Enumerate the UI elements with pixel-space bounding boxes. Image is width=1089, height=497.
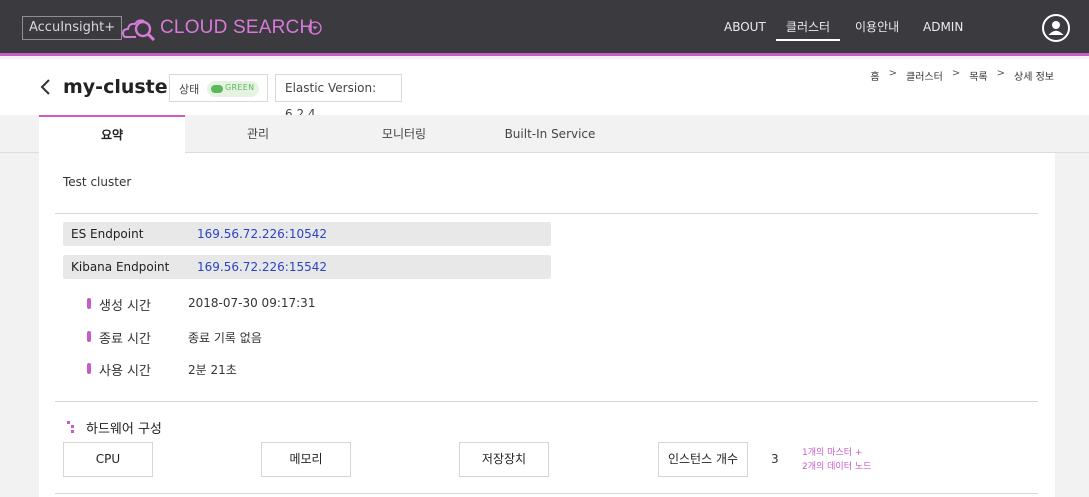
status-badge: 상태 GREEN: [169, 74, 268, 102]
status-pill: GREEN: [207, 81, 259, 97]
es-endpoint-label: ES Endpoint: [71, 227, 144, 241]
usage-time-label: 사용 시간: [99, 364, 151, 379]
tab-monitoring[interactable]: 모니터링: [331, 115, 477, 153]
tab-management[interactable]: 관리: [185, 115, 331, 153]
bullet-marker: [87, 298, 91, 309]
breadcrumb-detail: 상세 정보: [1014, 72, 1054, 83]
breadcrumb-list[interactable]: 목록: [969, 68, 987, 83]
es-endpoint-link[interactable]: 169.56.72.226:10542: [197, 227, 327, 241]
es-endpoint-row: ES Endpoint 169.56.72.226:10542: [63, 222, 551, 246]
tab-summary[interactable]: 요약: [39, 115, 185, 153]
user-icon: [1048, 21, 1064, 35]
bullet-marker: [87, 331, 91, 342]
back-arrow-icon[interactable]: [40, 79, 52, 95]
cloud-search-logo-icon: [122, 19, 156, 41]
hw-storage: 저장장치: [459, 442, 549, 477]
breadcrumb: 홈 > 클러스터 > 목록 > 상세 정보: [870, 68, 1054, 83]
nav-admin[interactable]: ADMIN: [923, 19, 963, 35]
hw-instance-count: 인스턴스 개수: [658, 442, 748, 477]
nav-about[interactable]: ABOUT: [724, 19, 766, 35]
breadcrumb-separator: >: [996, 68, 1006, 79]
kibana-endpoint-link[interactable]: 169.56.72.226:15542: [197, 260, 327, 274]
cluster-description: Test cluster: [63, 175, 132, 189]
hardware-section-icon: [67, 421, 74, 433]
top-navigation-bar: AccuInsight+ CLOUD SEARCH ABOUT 클러스터 이용안…: [0, 0, 1089, 56]
summary-panel: Test cluster ES Endpoint 169.56.72.226:1…: [39, 153, 1055, 497]
divider: [55, 493, 1038, 494]
user-account-button[interactable]: [1042, 14, 1070, 42]
breadcrumb-separator: >: [888, 68, 898, 79]
status-value: GREEN: [225, 83, 255, 92]
tab-built-in-service[interactable]: Built-In Service: [477, 115, 623, 153]
nav-cluster[interactable]: 클러스터: [776, 19, 840, 41]
nav-guide[interactable]: 이용안내: [855, 19, 899, 35]
hw-cpu: CPU: [63, 442, 153, 477]
breadcrumb-cluster[interactable]: 클러스터: [906, 68, 943, 83]
hardware-section-title: 하드웨어 구성: [86, 422, 162, 437]
divider: [55, 213, 1038, 214]
cluster-header: my-cluster 상태 GREEN Elastic Version: 6.2…: [0, 59, 1089, 121]
created-time-label: 생성 시간: [99, 299, 151, 314]
bullet-marker: [87, 363, 91, 374]
accuinsight-brand[interactable]: AccuInsight+: [22, 16, 123, 40]
ended-time-value: 종료 기록 없음: [188, 331, 262, 345]
tab-bar: 요약 관리 모니터링 Built-In Service: [0, 115, 1089, 153]
elastic-version-badge: Elastic Version: 6.2.4: [275, 74, 402, 121]
note-line-master: 1개의 마스터 +: [802, 448, 863, 458]
usage-time-value: 2분 21초: [188, 363, 237, 377]
divider: [55, 401, 1038, 402]
instance-count-value: 3: [771, 452, 779, 466]
page-title: my-cluster: [63, 76, 178, 98]
status-toggle-icon: [211, 85, 223, 93]
kibana-endpoint-row: Kibana Endpoint 169.56.72.226:15542: [63, 255, 551, 279]
breadcrumb-separator: >: [951, 68, 961, 79]
chevron-down-icon[interactable]: [308, 21, 322, 35]
instance-count-note: 1개의 마스터 + 2개의 데이터 노드: [802, 446, 871, 474]
status-label: 상태: [179, 83, 200, 96]
kibana-endpoint-label: Kibana Endpoint: [71, 260, 170, 274]
note-line-data: 2개의 데이터 노드: [802, 462, 872, 472]
created-time-value: 2018-07-30 09:17:31: [188, 296, 316, 310]
breadcrumb-home[interactable]: 홈: [870, 68, 879, 83]
ended-time-label: 종료 시간: [99, 332, 151, 347]
hw-memory: 메모리: [261, 442, 351, 477]
app-title[interactable]: CLOUD SEARCH: [160, 16, 313, 40]
